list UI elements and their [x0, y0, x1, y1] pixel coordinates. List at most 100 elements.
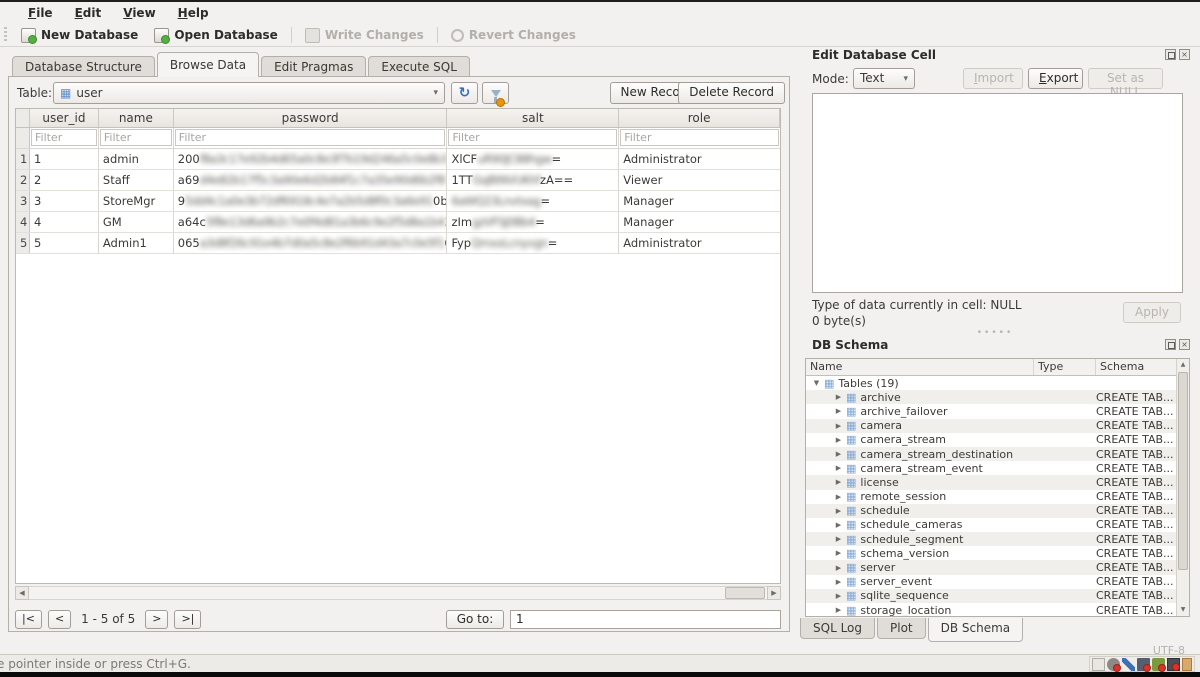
tab-edit-pragmas[interactable]: Edit Pragmas	[261, 56, 366, 77]
tree-item-storage_location[interactable]: ▶▦storage_locationCREATE TAB...	[806, 603, 1189, 617]
table-row[interactable]: 2 2 Staff a69d4e82b17f5c3a90e6d2b84f1c7a…	[16, 170, 780, 191]
tree-item-schedule[interactable]: ▶▦scheduleCREATE TAB...	[806, 504, 1189, 518]
table-row[interactable]: 4 4 GM a64c5f8e13d6a9b2c7e0f4d81a3b6c9e2…	[16, 212, 780, 233]
file-icon[interactable]	[1182, 658, 1192, 671]
undock-icon[interactable]	[1165, 339, 1176, 350]
delete-record-button[interactable]: Delete Record	[678, 82, 785, 104]
filter-input-role[interactable]	[620, 129, 779, 146]
menu-file[interactable]: File	[18, 4, 63, 22]
key-icon[interactable]	[1122, 658, 1135, 671]
chevron-right-icon[interactable]: ▶	[834, 549, 843, 557]
tree-item-license[interactable]: ▶▦licenseCREATE TAB...	[806, 475, 1189, 489]
status-circle-icon[interactable]	[1107, 658, 1120, 671]
close-icon[interactable]: ×	[1179, 49, 1190, 60]
column-header-salt[interactable]: salt	[447, 109, 619, 127]
tab-execute-sql[interactable]: Execute SQL	[368, 56, 470, 77]
cell-editor-textarea[interactable]	[812, 93, 1183, 293]
chevron-right-icon[interactable]: ▶	[834, 606, 843, 614]
last-record-button[interactable]: >|	[174, 610, 201, 629]
tree-item-server[interactable]: ▶▦serverCREATE TAB...	[806, 560, 1189, 574]
filter-input-password[interactable]	[175, 129, 446, 146]
chevron-right-icon[interactable]: ▶	[834, 450, 843, 458]
tree-item-camera[interactable]: ▶▦cameraCREATE TAB...	[806, 419, 1189, 433]
chevron-right-icon[interactable]: ▶	[834, 493, 843, 501]
chevron-right-icon[interactable]: ▶	[834, 464, 843, 472]
chevron-right-icon[interactable]: ▶	[834, 407, 843, 415]
chevron-down-icon[interactable]: ▼	[812, 379, 821, 387]
save-icon[interactable]	[1137, 658, 1150, 671]
tree-vertical-scrollbar[interactable]: ▲ ▼	[1176, 359, 1189, 616]
filter-input-salt[interactable]	[448, 129, 617, 146]
tree-item-remote_session[interactable]: ▶▦remote_sessionCREATE TAB...	[806, 490, 1189, 504]
tab-db-schema[interactable]: DB Schema	[928, 618, 1024, 642]
filter-input-user_id[interactable]	[31, 129, 97, 146]
tree-column-type[interactable]: Type	[1034, 359, 1096, 375]
chevron-right-icon[interactable]: ▶	[834, 507, 843, 515]
write-changes-button[interactable]: Write Changes	[297, 26, 432, 45]
chevron-right-icon[interactable]: ▶	[834, 564, 843, 572]
tree-item-schedule_segment[interactable]: ▶▦schedule_segmentCREATE TAB...	[806, 532, 1189, 546]
table-selector[interactable]: ▦ user ▾	[53, 82, 445, 104]
menu-edit[interactable]: Edit	[65, 4, 112, 22]
chevron-right-icon[interactable]: ▶	[834, 422, 843, 430]
chevron-right-icon[interactable]: ▶	[834, 393, 843, 401]
table-row[interactable]: 5 5 Admin1 065a3d8f26c91e4b7d0a5c8e2f6b9…	[16, 233, 780, 254]
tree-item-camera_stream_destination[interactable]: ▶▦camera_stream_destinationCREATE TAB...	[806, 447, 1189, 461]
undock-icon[interactable]	[1165, 49, 1176, 60]
chevron-right-icon[interactable]: ▶	[834, 592, 843, 600]
column-header-password[interactable]: password	[174, 109, 448, 127]
chevron-right-icon[interactable]: ▶	[834, 535, 843, 543]
import-button[interactable]: Import	[963, 68, 1023, 89]
dock-splitter-handle[interactable]: •••••	[795, 328, 1195, 338]
display-icon[interactable]	[1167, 658, 1180, 671]
set-as-null-button[interactable]: Set as NULL	[1088, 68, 1163, 89]
scroll-left-icon[interactable]: ◀	[15, 586, 29, 600]
scroll-up-icon[interactable]: ▲	[1177, 359, 1189, 371]
tree-item-camera_stream_event[interactable]: ▶▦camera_stream_eventCREATE TAB...	[806, 461, 1189, 475]
prev-record-button[interactable]: <	[48, 610, 71, 629]
filter-input-name[interactable]	[100, 129, 172, 146]
tab-database-structure[interactable]: Database Structure	[12, 56, 155, 77]
scroll-right-icon[interactable]: ▶	[767, 586, 781, 600]
tree-item-server_event[interactable]: ▶▦server_eventCREATE TAB...	[806, 575, 1189, 589]
open-database-button[interactable]: Open Database	[146, 26, 286, 45]
apply-button[interactable]: Apply	[1123, 302, 1181, 323]
tree-item-archive_failover[interactable]: ▶▦archive_failoverCREATE TAB...	[806, 404, 1189, 418]
tree-item-tables-root[interactable]: ▼▦Tables (19)	[806, 376, 1189, 390]
revert-changes-button[interactable]: Revert Changes	[443, 26, 584, 44]
column-header-name[interactable]: name	[99, 109, 174, 127]
refresh-button[interactable]: ↻	[451, 82, 478, 104]
chevron-right-icon[interactable]: ▶	[834, 578, 843, 586]
next-record-button[interactable]: >	[145, 610, 168, 629]
tab-browse-data[interactable]: Browse Data	[157, 52, 259, 77]
scroll-down-icon[interactable]: ▼	[1177, 604, 1189, 616]
menu-help[interactable]: Help	[168, 4, 219, 22]
table-row[interactable]: 3 3 StoreMgr 95dd4c1a0e3b72df6918c4e7a2b…	[16, 191, 780, 212]
column-header-role[interactable]: role	[619, 109, 780, 127]
toolbar-grip[interactable]	[4, 27, 7, 43]
tree-item-camera_stream[interactable]: ▶▦camera_streamCREATE TAB...	[806, 433, 1189, 447]
window-icon[interactable]	[1092, 658, 1105, 671]
goto-button[interactable]: Go to:	[446, 610, 504, 629]
menu-view[interactable]: View	[113, 4, 165, 22]
scrollbar-thumb[interactable]	[725, 587, 765, 599]
tree-item-schedule_cameras[interactable]: ▶▦schedule_camerasCREATE TAB...	[806, 518, 1189, 532]
first-record-button[interactable]: |<	[15, 610, 42, 629]
close-icon[interactable]: ×	[1179, 339, 1190, 350]
tree-column-name[interactable]: Name	[806, 359, 1034, 375]
tree-item-archive[interactable]: ▶▦archiveCREATE TAB...	[806, 390, 1189, 404]
tree-item-schema_version[interactable]: ▶▦schema_versionCREATE TAB...	[806, 546, 1189, 560]
tab-plot[interactable]: Plot	[877, 618, 926, 639]
column-header-user_id[interactable]: user_id	[30, 109, 99, 127]
mode-selector[interactable]: Text ▾	[853, 68, 915, 89]
scrollbar-thumb[interactable]	[1178, 372, 1188, 570]
tab-sql-log[interactable]: SQL Log	[800, 618, 875, 639]
table-row[interactable]: 1 1 admin 200f8a3c17e92b4d65a0c8e3f7b19d…	[16, 149, 780, 170]
package-icon[interactable]	[1152, 658, 1165, 671]
chevron-right-icon[interactable]: ▶	[834, 436, 843, 444]
export-button[interactable]: Export	[1028, 68, 1083, 89]
new-database-button[interactable]: New Database	[13, 26, 146, 45]
grid-horizontal-scrollbar[interactable]: ◀ ▶	[15, 586, 781, 600]
tree-item-sqlite_sequence[interactable]: ▶▦sqlite_sequenceCREATE TAB...	[806, 589, 1189, 603]
chevron-right-icon[interactable]: ▶	[834, 478, 843, 486]
